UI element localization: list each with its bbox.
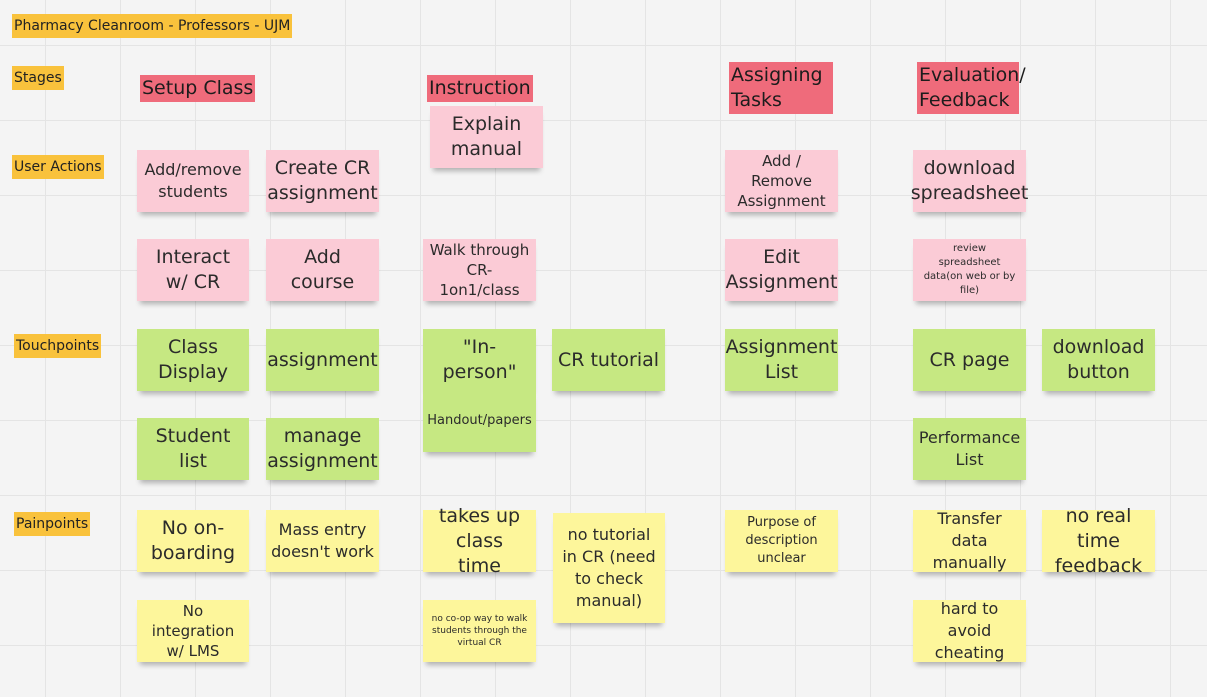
note-add-remove-students: Add/remove students [137,150,249,212]
note-purpose-unclear: Purpose of description unclear [725,510,838,572]
note-add-remove-assignment: Add / Remove Assignment [725,150,838,212]
note-handout-papers: Handout/papers [423,390,536,452]
note-create-cr-assignment: Create CR assignment [266,150,379,212]
note-explain-manual: Explain manual [430,106,543,168]
board-title: Pharmacy Cleanroom - Professors - UJM [12,14,293,38]
note-cr-tutorial: CR tutorial [552,329,665,391]
note-download-button: download button [1042,329,1155,391]
stage-instruction: Instruction [427,75,533,102]
note-student-list: Student list [137,418,249,480]
note-walk-through-cr: Walk through CR-1on1/class [423,239,536,301]
note-takes-class-time: takes up class time [423,505,536,577]
note-hard-to-avoid-cheating: hard to avoid cheating [913,599,1026,662]
note-assignment: assignment [266,329,379,391]
note-edit-assignment: Edit Assignment [725,239,838,301]
row-label-painpoints: Painpoints [14,512,91,536]
note-transfer-data: Transfer data manually [913,509,1026,572]
stage-evaluation-feedback: Evaluation/ Feedback [917,62,1026,114]
note-mass-entry: Mass entry doesn't work [266,510,379,572]
note-assignment-list: Assignment List [725,329,838,391]
note-no-coop-way: no co-op way to walk students through th… [423,600,536,662]
note-class-display: Class Display [137,329,249,391]
stage-setup-class: Setup Class [140,75,256,102]
note-manage-assignment: manage assignment [266,418,379,480]
note-performance-list: Performance List [913,418,1026,480]
note-in-person: "In-person" [423,329,536,391]
stage-assigning-tasks: Assigning Tasks [729,62,833,114]
note-no-integration-lms: No integration w/ LMS [137,600,249,662]
row-label-touchpoints: Touchpoints [14,334,102,358]
row-label-stages: Stages [12,66,64,90]
note-no-onboarding: No on-boarding [137,510,249,572]
note-cr-page: CR page [913,329,1026,391]
note-no-realtime-feedback: no real time feedback [1042,505,1155,577]
note-download-spreadsheet: download spreadsheet [911,150,1028,212]
row-label-user-actions: User Actions [12,155,104,179]
note-review-spreadsheet: review spreadsheet data(on web or by fil… [913,239,1026,301]
note-add-course: Add course [266,239,379,301]
note-no-tutorial: no tutorial in CR (need to check manual) [553,513,665,623]
note-interact-cr: Interact w/ CR [137,239,249,301]
